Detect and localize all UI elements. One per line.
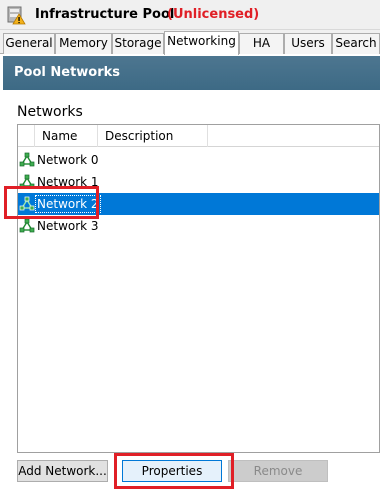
networks-list[interactable]: Name Description Network 0 Network 1 Net… xyxy=(17,124,380,453)
icon-column-header[interactable] xyxy=(18,125,35,147)
license-status: (Unlicensed) xyxy=(167,7,260,22)
panel-header: Pool Networks xyxy=(3,56,380,90)
tab-strip: General Memory Storage Networking HA Use… xyxy=(0,30,380,55)
tab-memory[interactable]: Memory xyxy=(55,33,112,54)
network-icon xyxy=(19,218,35,233)
tab-users[interactable]: Users xyxy=(284,33,332,54)
highlight-selected-network xyxy=(4,186,99,219)
network-icon xyxy=(19,152,35,167)
title-bar: Infrastructure Pool (Unlicensed) xyxy=(0,0,380,30)
name-column-header[interactable]: Name xyxy=(35,125,98,147)
window-title: Infrastructure Pool xyxy=(35,7,175,22)
remove-button[interactable]: Remove xyxy=(228,460,328,482)
pool-warning-icon xyxy=(7,6,26,25)
table-row[interactable]: Network 0 xyxy=(18,149,379,171)
description-column-header[interactable]: Description xyxy=(98,125,208,147)
network-name: Network 3 xyxy=(37,219,99,233)
tab-storage[interactable]: Storage xyxy=(112,33,164,54)
tab-general[interactable]: General xyxy=(3,33,55,54)
tab-ha[interactable]: HA xyxy=(239,33,284,54)
panel-title: Pool Networks xyxy=(14,65,121,80)
tab-search[interactable]: Search xyxy=(332,33,380,54)
add-network-button[interactable]: Add Network... xyxy=(17,460,108,482)
tab-networking[interactable]: Networking xyxy=(164,31,239,55)
networks-label: Networks xyxy=(17,104,83,120)
network-name: Network 0 xyxy=(37,153,99,167)
highlight-properties-button xyxy=(114,453,234,489)
list-header: Name Description xyxy=(18,125,379,147)
